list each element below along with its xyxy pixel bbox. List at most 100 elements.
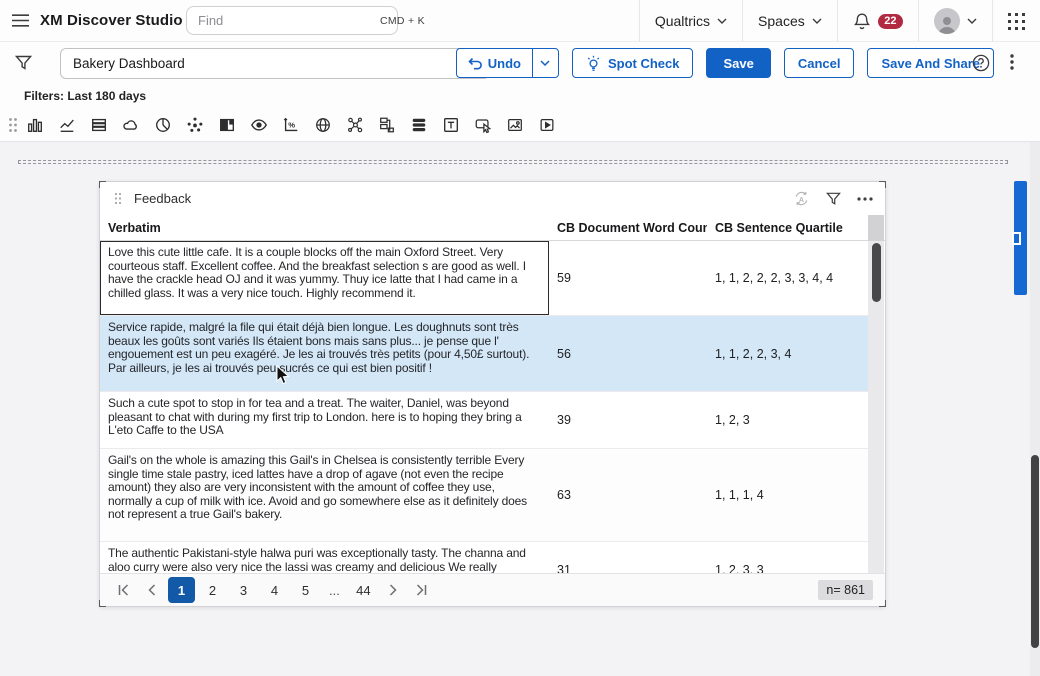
video-widget-icon[interactable] xyxy=(538,116,556,134)
verbatim-cell[interactable]: Such a cute spot to stop in for tea and … xyxy=(100,392,549,448)
chevron-down-icon xyxy=(717,18,727,24)
chevron-down-icon xyxy=(967,18,977,24)
feedback-widget[interactable]: Feedback A Verbatim CB Document Word Cou… xyxy=(99,181,886,607)
toolbar-drag-handle-icon[interactable] xyxy=(8,117,18,133)
page-button-4[interactable]: 4 xyxy=(261,577,288,603)
dashboard-name-input[interactable] xyxy=(60,48,490,79)
table-row[interactable]: Gail's on the whole is amazing this Gail… xyxy=(100,449,869,542)
cancel-button-label: Cancel xyxy=(798,56,841,71)
spaces-menu[interactable]: Spaces xyxy=(742,0,837,42)
adjacent-widget-resize-handle[interactable] xyxy=(1012,232,1021,245)
adjacent-widget-edge[interactable] xyxy=(1014,181,1027,295)
bell-icon xyxy=(853,12,871,31)
table-header-row: Verbatim CB Document Word Count CB Sente… xyxy=(100,215,885,241)
apps-grid[interactable] xyxy=(992,0,1040,42)
table-row[interactable]: Love this cute little cafe. It is a coup… xyxy=(100,241,869,316)
find-shortcut-hint: CMD + K xyxy=(380,15,435,27)
widget-corner-handle[interactable] xyxy=(879,181,886,188)
table-row[interactable]: The authentic Pakistani-style halwa puri… xyxy=(100,542,869,574)
quartile-cell: 1, 2, 3, 3 xyxy=(707,542,869,574)
word-count-cell: 63 xyxy=(549,449,707,541)
record-count-badge: n= 861 xyxy=(818,580,873,600)
filters-summary: Filters: Last 180 days xyxy=(0,84,1040,108)
button-widget-icon[interactable] xyxy=(474,116,492,134)
undo-button[interactable]: Undo xyxy=(457,49,532,77)
table-row-highlighted[interactable]: Service rapide, malgré la file qui était… xyxy=(100,316,869,392)
help-icon[interactable] xyxy=(972,54,990,72)
page-button-5[interactable]: 5 xyxy=(292,577,319,603)
undo-icon xyxy=(468,57,483,70)
save-button[interactable]: Save xyxy=(706,48,770,78)
quartile-cell: 1, 1, 1, 4 xyxy=(707,449,869,541)
more-options-icon[interactable] xyxy=(1010,54,1014,70)
notification-count-badge: 22 xyxy=(878,14,903,29)
pagination-bar: 1 2 3 4 5 ... 44 n= 861 xyxy=(100,573,885,606)
word-count-cell: 59 xyxy=(549,241,707,315)
top-section: XM Discover Studio CMD + K Qualtrics Spa… xyxy=(0,0,1040,142)
widget-drag-handle-icon[interactable] xyxy=(114,192,122,205)
eye-icon[interactable] xyxy=(250,116,268,134)
metric-percent-icon[interactable]: % xyxy=(282,116,300,134)
profile-menu[interactable] xyxy=(918,0,992,42)
notifications[interactable]: 22 xyxy=(837,0,918,42)
next-page-icon[interactable] xyxy=(381,578,405,602)
pagination-ellipsis: ... xyxy=(323,583,346,598)
hierarchy-icon[interactable] xyxy=(378,116,396,134)
verbatim-cell[interactable]: The authentic Pakistani-style halwa puri… xyxy=(100,542,549,574)
last-page-icon[interactable] xyxy=(409,578,433,602)
page-button-2[interactable]: 2 xyxy=(199,577,226,603)
line-chart-icon[interactable] xyxy=(58,116,76,134)
prev-page-icon[interactable] xyxy=(140,578,164,602)
drop-target-line xyxy=(18,160,1008,164)
word-cloud-icon[interactable] xyxy=(122,116,140,134)
page-button-1[interactable]: 1 xyxy=(168,577,195,603)
qualtrics-menu[interactable]: Qualtrics xyxy=(639,0,742,42)
table-row[interactable]: Such a cute spot to stop in for tea and … xyxy=(100,392,869,449)
page-scrollbar-thumb[interactable] xyxy=(1031,455,1039,648)
word-count-cell: 56 xyxy=(549,316,707,391)
network-graph-icon[interactable] xyxy=(346,116,364,134)
dashboard-filter-icon[interactable] xyxy=(4,55,42,71)
apps-grid-icon xyxy=(1008,13,1025,30)
map-globe-icon[interactable] xyxy=(314,116,332,134)
column-header-word-count[interactable]: CB Document Word Count xyxy=(549,221,707,235)
first-page-icon[interactable] xyxy=(112,578,136,602)
column-header-quartile[interactable]: CB Sentence Quartile xyxy=(707,221,869,235)
table-scrollbar-thumb[interactable] xyxy=(872,243,881,302)
widget-corner-handle[interactable] xyxy=(99,181,106,188)
image-widget-icon[interactable] xyxy=(506,116,524,134)
widget-more-options-icon[interactable] xyxy=(857,197,873,201)
hamburger-menu-icon[interactable] xyxy=(0,14,40,27)
svg-text:A: A xyxy=(799,196,804,204)
heatmap-icon[interactable] xyxy=(218,116,236,134)
widget-header: Feedback A xyxy=(100,182,885,215)
verbatim-cell[interactable]: Gail's on the whole is amazing this Gail… xyxy=(100,449,549,541)
verbatim-cell[interactable]: Service rapide, malgré la file qui était… xyxy=(100,316,549,391)
translate-icon[interactable]: A xyxy=(793,190,810,207)
quartile-cell: 1, 1, 2, 2, 3, 4 xyxy=(707,316,869,391)
scatter-plot-icon[interactable] xyxy=(186,116,204,134)
page-button-3[interactable]: 3 xyxy=(230,577,257,603)
save-button-label: Save xyxy=(723,56,753,71)
undo-dropdown-button[interactable] xyxy=(532,49,558,77)
svg-text:%: % xyxy=(288,120,295,129)
top-bar: XM Discover Studio CMD + K Qualtrics Spa… xyxy=(0,0,1040,42)
page-button-44[interactable]: 44 xyxy=(350,577,377,603)
widget-title: Feedback xyxy=(134,191,191,206)
verbatim-cell-selected[interactable]: Love this cute little cafe. It is a coup… xyxy=(100,241,549,315)
undo-button-label: Undo xyxy=(488,56,521,71)
table-body: Love this cute little cafe. It is a coup… xyxy=(100,241,869,574)
cancel-button[interactable]: Cancel xyxy=(784,48,855,78)
find-input[interactable] xyxy=(187,7,380,34)
spot-check-button[interactable]: Spot Check xyxy=(572,48,694,78)
bar-chart-icon[interactable] xyxy=(26,116,44,134)
pie-chart-icon[interactable] xyxy=(154,116,172,134)
find-search-box[interactable]: CMD + K xyxy=(186,6,398,35)
quartile-cell: 1, 1, 2, 2, 2, 3, 3, 4, 4 xyxy=(707,241,869,315)
widget-filter-icon[interactable] xyxy=(826,192,841,206)
column-header-verbatim[interactable]: Verbatim xyxy=(100,221,549,235)
table-icon[interactable] xyxy=(90,116,108,134)
stacked-rows-icon[interactable] xyxy=(410,116,428,134)
word-count-cell: 39 xyxy=(549,392,707,448)
text-box-icon[interactable] xyxy=(442,116,460,134)
